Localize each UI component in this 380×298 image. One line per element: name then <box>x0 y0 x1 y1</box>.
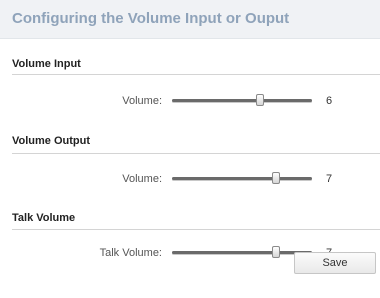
volume-output-value: 7 <box>326 173 333 185</box>
volume-output-label: Volume: <box>122 173 162 185</box>
panel-header: Configuring the Volume Input or Ouput <box>0 0 380 39</box>
section-divider <box>12 153 380 154</box>
volume-output-slider[interactable] <box>172 172 312 186</box>
slider-track <box>172 251 312 254</box>
volume-input-value: 6 <box>326 95 333 107</box>
slider-thumb[interactable] <box>271 172 280 184</box>
section-title-volume-output: Volume Output <box>12 135 91 147</box>
page-title: Configuring the Volume Input or Ouput <box>12 10 290 27</box>
volume-input-label: Volume: <box>122 95 162 107</box>
section-divider <box>12 229 380 230</box>
slider-track <box>172 177 312 180</box>
volume-input-slider[interactable] <box>172 94 312 108</box>
section-divider <box>12 74 380 75</box>
save-button[interactable]: Save <box>294 252 376 274</box>
slider-track <box>172 99 312 102</box>
talk-volume-label: Talk Volume: <box>99 247 162 259</box>
talk-volume-slider[interactable] <box>172 246 312 260</box>
section-title-talk-volume: Talk Volume <box>12 212 76 224</box>
section-title-volume-input: Volume Input <box>12 58 81 70</box>
slider-thumb[interactable] <box>271 246 280 258</box>
volume-settings-panel: Configuring the Volume Input or Ouput Vo… <box>0 0 380 298</box>
slider-thumb[interactable] <box>256 94 265 106</box>
